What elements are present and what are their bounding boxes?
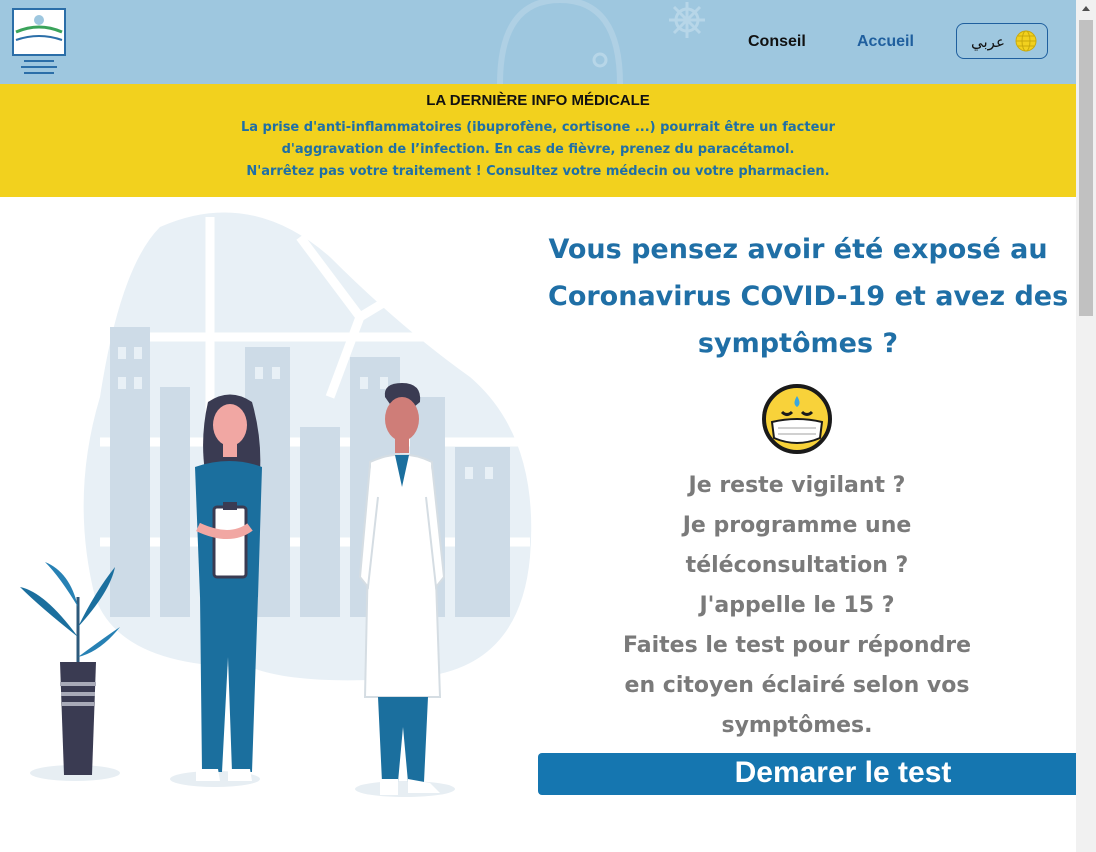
question-line: Je programme une: [682, 513, 912, 538]
headline-line: Coronavirus COVID-19 et avez des: [548, 281, 1069, 312]
scrollbar-thumb[interactable]: [1079, 20, 1093, 316]
banner-line: d'aggravation de l’infection. En cas de …: [281, 142, 795, 157]
start-test-label: Demarer le test: [734, 756, 952, 789]
page-headline: Vous pensez avoir été exposé au Coronavi…: [548, 226, 1069, 367]
nav-accueil[interactable]: Accueil: [857, 33, 914, 51]
banner-line: La prise d'anti-inflammatoires (ibuprofè…: [240, 120, 836, 135]
headline-line: Vous pensez avoir été exposé au: [548, 234, 1048, 265]
question-line: J'appelle le 15 ?: [699, 593, 895, 618]
page: Conseil Accueil عربي LA DERNIÈRE INFO MÉ…: [0, 0, 1076, 852]
globe-icon: [1015, 30, 1037, 52]
question-line: en citoyen éclairé selon vos: [624, 673, 970, 698]
nav-conseil[interactable]: Conseil: [748, 33, 806, 51]
question-line: Faites le test pour répondre: [623, 633, 971, 658]
ministry-logo: [12, 8, 66, 74]
language-button[interactable]: عربي: [956, 23, 1048, 59]
banner-title: LA DERNIÈRE INFO MÉDICALE: [426, 92, 650, 109]
doctors-illustration: [20, 212, 532, 797]
masked-sweat-face-icon: [762, 384, 832, 454]
vertical-scrollbar[interactable]: [1076, 0, 1096, 852]
site-header: Conseil Accueil عربي: [0, 0, 1076, 84]
headline-line: symptômes ?: [697, 328, 899, 359]
question-line: symptômes.: [721, 713, 873, 738]
question-line: Je reste vigilant ?: [688, 473, 906, 498]
medical-info-banner: LA DERNIÈRE INFO MÉDICALE La prise d'ant…: [0, 84, 1076, 197]
questions-text: Je reste vigilant ? Je programme une tél…: [572, 466, 1022, 746]
start-test-button[interactable]: Demarer le test: [538, 753, 1076, 795]
language-label: عربي: [971, 33, 1005, 51]
scroll-up-arrow-icon[interactable]: [1076, 0, 1096, 18]
banner-line: N'arrêtez pas votre traitement ! Consult…: [246, 164, 830, 179]
virus-decoration-icon: [497, 0, 705, 84]
question-line: téléconsultation ?: [685, 553, 909, 578]
